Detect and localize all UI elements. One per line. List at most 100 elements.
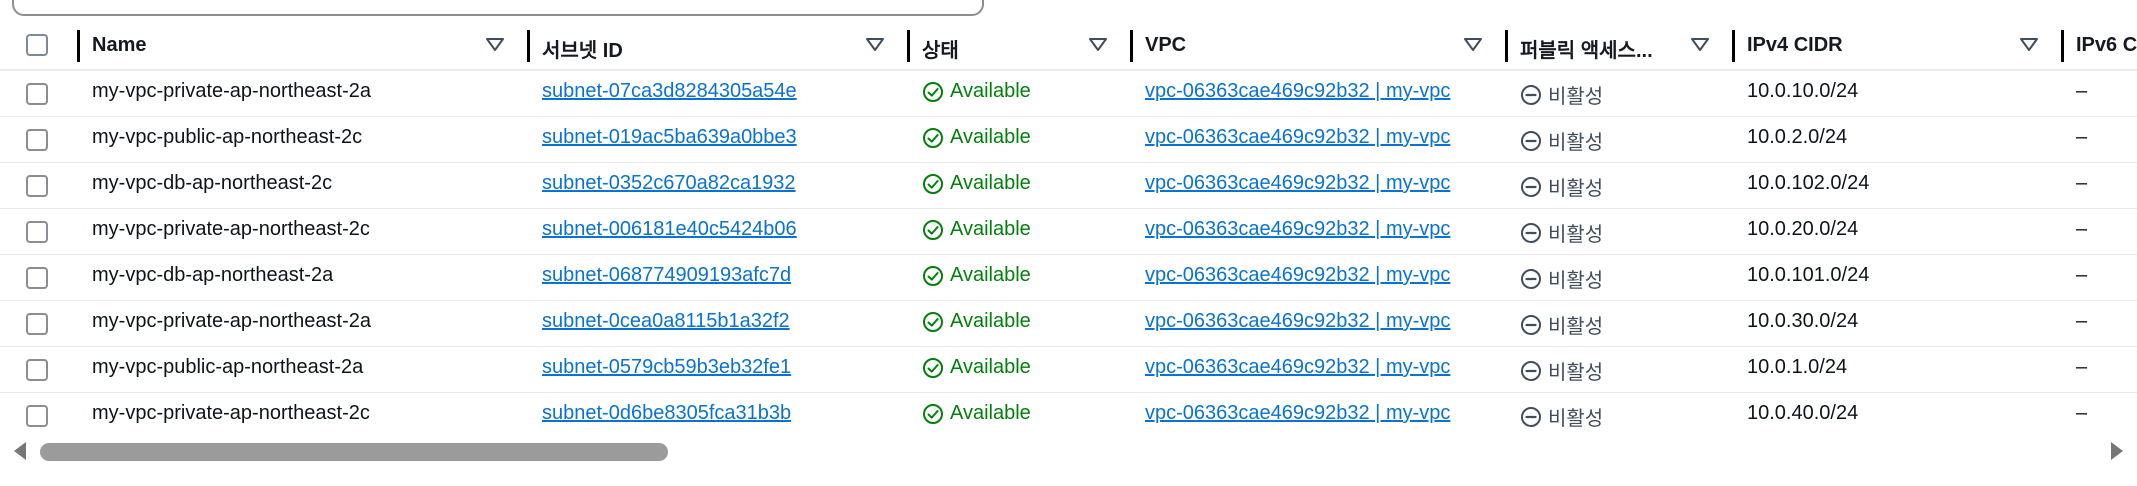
status-badge: Available [922,218,1031,241]
vpc-cell: vpc-06363cae469c92b32 | my-vpc [1133,392,1508,432]
column-header-label: 퍼블릭 액세스... [1520,40,1653,62]
ipv4-cidr-cell: 10.0.20.0/24 [1735,208,2064,255]
caret-down-icon[interactable] [2020,38,2038,52]
horizontal-scrollbar[interactable] [0,432,2137,472]
ipv6-cidr: – [2076,172,2088,194]
column-header-ipv4-cidr[interactable]: IPv4 CIDR [1735,22,2064,71]
table-row[interactable]: my-vpc-private-ap-northeast-2c subnet-006… [0,208,2137,255]
table-row[interactable]: my-vpc-db-ap-northeast-2c subnet-0352c670… [0,162,2137,209]
vpc-link[interactable]: vpc-06363cae469c92b32 | my-vpc [1145,80,1465,103]
public-access-status: 비활성 [1520,310,1603,339]
scroll-right-arrow-icon[interactable] [2111,442,2123,460]
ipv6-cidr: – [2076,264,2088,286]
vpc-link[interactable]: vpc-06363cae469c92b32 | my-vpc [1145,172,1465,195]
subnet-id-link[interactable]: subnet-019ac5ba639a0bbe3 [542,126,797,149]
subnets-table-container: Name 서브넷 ID 상태 VPC 퍼블릭 액세스... IPv4 CIDR … [0,22,2137,432]
vpc-link[interactable]: vpc-06363cae469c92b32 | my-vpc [1145,264,1465,287]
subnet-name: my-vpc-private-ap-northeast-2c [92,402,370,424]
row-checkbox[interactable] [26,359,48,381]
ipv6-cidr-cell: – [2064,162,2137,209]
subnet-id-link[interactable]: subnet-0cea0a8115b1a32f2 [542,310,790,333]
name-cell: my-vpc-public-ap-northeast-2a [80,346,530,393]
vpc-link[interactable]: vpc-06363cae469c92b32 | my-vpc [1145,402,1465,425]
table-row[interactable]: my-vpc-public-ap-northeast-2a subnet-0579… [0,346,2137,393]
subnet-id-cell: subnet-07ca3d8284305a54e [530,70,910,117]
ipv4-cidr: 10.0.102.0/24 [1747,172,1870,194]
row-select-cell [0,70,80,117]
check-circle-icon [922,357,944,379]
public-access-label: 비활성 [1548,132,1604,154]
ipv6-cidr: – [2076,126,2088,148]
ipv4-cidr: 10.0.40.0/24 [1747,402,1859,424]
public-access-status: 비활성 [1520,356,1603,385]
column-header-state[interactable]: 상태 [910,22,1133,71]
table-row[interactable]: my-vpc-public-ap-northeast-2c subnet-019a… [0,116,2137,163]
caret-down-icon[interactable] [486,38,504,52]
table-row[interactable]: my-vpc-private-ap-northeast-2a subnet-07c… [0,70,2137,117]
subnet-name: my-vpc-db-ap-northeast-2a [92,264,334,286]
ipv6-cidr-cell: – [2064,116,2137,163]
row-checkbox[interactable] [26,175,48,197]
check-circle-icon [922,403,944,425]
row-checkbox[interactable] [26,405,48,427]
public-access-status: 비활성 [1520,80,1603,109]
ipv4-cidr: 10.0.20.0/24 [1747,218,1859,240]
public-access-label: 비활성 [1548,178,1604,200]
caret-down-icon[interactable] [866,38,884,52]
subnet-id-link[interactable]: subnet-006181e40c5424b06 [542,218,797,241]
public-access-cell: 비활성 [1508,70,1735,117]
scrollbar-thumb[interactable] [40,443,668,461]
select-all-checkbox[interactable] [26,34,48,56]
row-checkbox[interactable] [26,129,48,151]
public-access-status: 비활성 [1520,402,1603,431]
subnet-id-link[interactable]: subnet-0579cb59b3eb32fe1 [542,356,791,379]
search-input[interactable] [12,0,984,16]
subnet-id-link[interactable]: subnet-0d6be8305fca31b3b [542,402,791,425]
vpc-link[interactable]: vpc-06363cae469c92b32 | my-vpc [1145,218,1465,241]
subnet-id-cell: subnet-0cea0a8115b1a32f2 [530,300,910,347]
subnet-name: my-vpc-public-ap-northeast-2a [92,356,364,378]
vpc-link[interactable]: vpc-06363cae469c92b32 | my-vpc [1145,310,1465,333]
table-row[interactable]: my-vpc-db-ap-northeast-2a subnet-06877490… [0,254,2137,301]
subnet-id-link[interactable]: subnet-0352c670a82ca1932 [542,172,796,195]
column-header-name[interactable]: Name [80,22,530,71]
public-access-label: 비활성 [1548,362,1604,384]
row-select-cell [0,392,80,432]
scroll-left-arrow-icon[interactable] [14,442,26,460]
ipv4-cidr: 10.0.101.0/24 [1747,264,1870,286]
row-checkbox[interactable] [26,267,48,289]
row-checkbox[interactable] [26,83,48,105]
column-header-vpc[interactable]: VPC [1133,22,1508,71]
ipv6-cidr-cell: – [2064,392,2137,432]
table-row[interactable]: my-vpc-private-ap-northeast-2a subnet-0ce… [0,300,2137,347]
ipv4-cidr: 10.0.30.0/24 [1747,310,1859,332]
public-access-cell: 비활성 [1508,116,1735,163]
public-access-label: 비활성 [1548,270,1604,292]
column-header-subnet-id[interactable]: 서브넷 ID [530,22,910,71]
status-label: Available [950,126,1031,148]
row-checkbox[interactable] [26,313,48,335]
status-label: Available [950,310,1031,332]
vpc-link[interactable]: vpc-06363cae469c92b32 | my-vpc [1145,356,1465,379]
table-row[interactable]: my-vpc-private-ap-northeast-2c subnet-0d6… [0,392,2137,432]
status-label: Available [950,356,1031,378]
state-cell: Available [910,346,1133,393]
ipv6-cidr: – [2076,402,2088,424]
caret-down-icon[interactable] [1691,38,1709,52]
row-select-cell [0,254,80,301]
caret-down-icon[interactable] [1089,38,1107,52]
subnet-id-link[interactable]: subnet-07ca3d8284305a54e [542,80,797,103]
column-header-public-access[interactable]: 퍼블릭 액세스... [1508,22,1735,71]
caret-down-icon[interactable] [1464,38,1482,52]
subnet-id-link[interactable]: subnet-068774909193afc7d [542,264,791,287]
column-header-ipv6-cidr[interactable]: IPv6 C [2064,22,2137,71]
public-access-label: 비활성 [1548,408,1604,430]
row-checkbox[interactable] [26,221,48,243]
public-access-status: 비활성 [1520,126,1603,155]
check-circle-icon [922,219,944,241]
minus-circle-icon [1520,360,1542,382]
vpc-link[interactable]: vpc-06363cae469c92b32 | my-vpc [1145,126,1465,149]
vpc-cell: vpc-06363cae469c92b32 | my-vpc [1133,300,1508,347]
status-label: Available [950,402,1031,424]
name-cell: my-vpc-db-ap-northeast-2a [80,254,530,301]
